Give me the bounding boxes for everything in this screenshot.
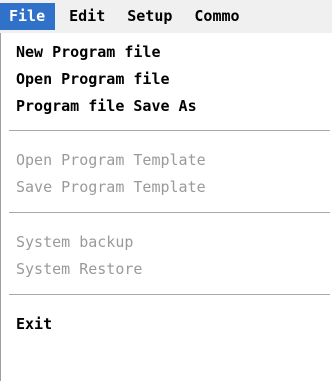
menu-commo[interactable]: Commo xyxy=(186,3,247,30)
menu-item-save-program-template: Save Program Template xyxy=(16,178,206,196)
menu-item-new-program-file[interactable]: New Program file xyxy=(16,40,161,64)
menu-item-system-restore: System Restore xyxy=(16,260,143,278)
menu-separator xyxy=(9,212,330,214)
menu-setup[interactable]: Setup xyxy=(119,3,180,30)
menu-bar: File Edit Setup Commo xyxy=(0,0,332,33)
menu-item-program-file-save-as[interactable]: Program file Save As xyxy=(16,94,197,118)
menu-separator xyxy=(9,294,330,296)
file-menu-dropdown: New Program file Open Program file Progr… xyxy=(0,33,332,381)
menu-file[interactable]: File xyxy=(0,3,56,30)
menu-item-open-program-file[interactable]: Open Program file xyxy=(16,67,170,91)
menu-item-exit[interactable]: Exit xyxy=(16,312,52,336)
menu-item-open-program-template: Open Program Template xyxy=(16,151,206,169)
menu-item-system-backup: System backup xyxy=(16,233,134,251)
menu-separator xyxy=(9,130,330,132)
menu-edit[interactable]: Edit xyxy=(61,3,113,30)
